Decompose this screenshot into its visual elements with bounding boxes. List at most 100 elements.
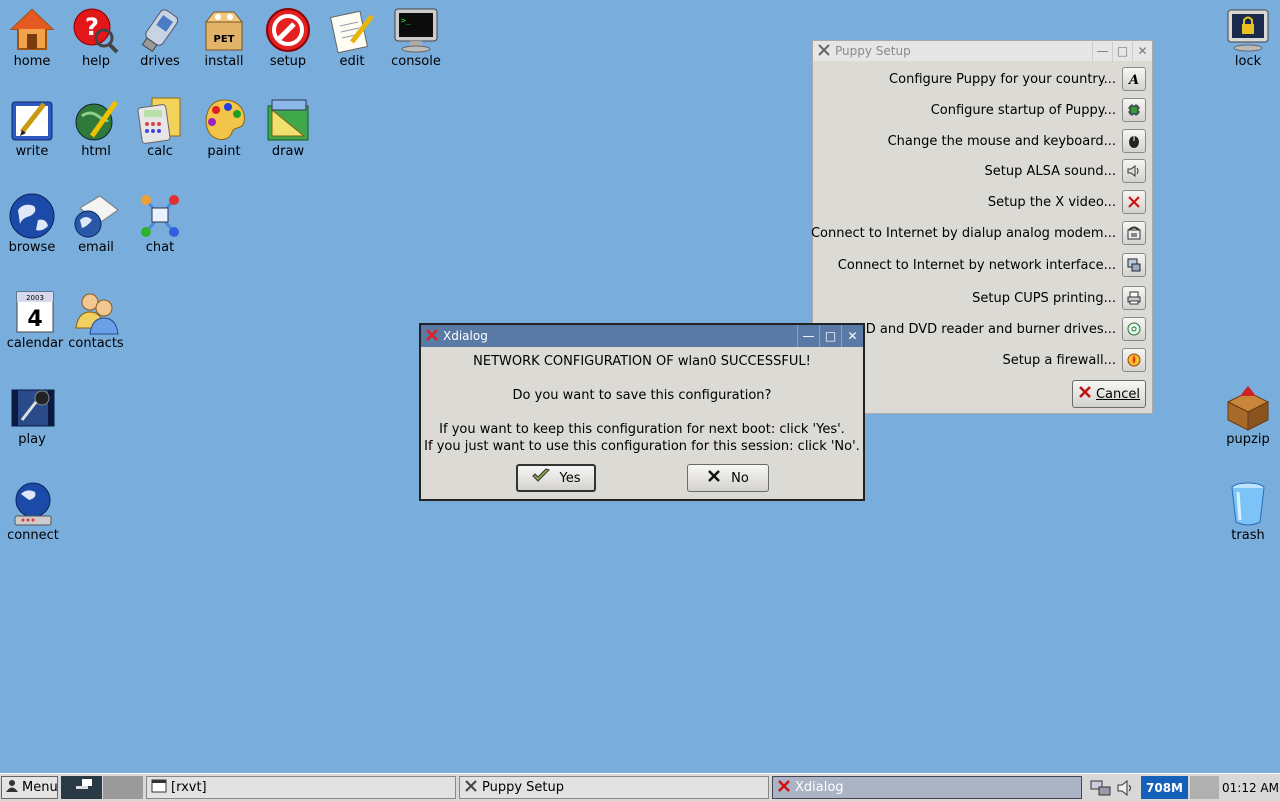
minimize-button[interactable]: — — [797, 325, 819, 347]
task-rxvt[interactable]: [rxvt] — [146, 776, 456, 799]
setup-item-network[interactable]: Connect to Internet by network interface… — [838, 252, 1146, 278]
task-label: [rxvt] — [171, 780, 207, 795]
desktop-icon-console[interactable]: >_ console — [384, 6, 448, 70]
setup-item-cups[interactable]: Setup CUPS printing... — [972, 285, 1146, 311]
speaker-icon[interactable] — [1122, 159, 1146, 183]
task-xdialog[interactable]: Xdialog — [772, 776, 1082, 799]
calendar-icon: 2003 4 — [11, 288, 59, 336]
draw-triangle-icon — [264, 96, 312, 144]
tray-spacer — [1190, 776, 1219, 799]
cancel-label: Cancel — [1095, 386, 1141, 402]
maximize-button[interactable]: □ — [1112, 41, 1132, 61]
svg-text:A: A — [1127, 73, 1139, 87]
setup-item-cd-dvd[interactable]: CD and DVD reader and burner drives... — [857, 316, 1146, 342]
printer-icon[interactable] — [1122, 286, 1146, 310]
x-icon — [707, 469, 721, 487]
setup-item-alsa-sound[interactable]: Setup ALSA sound... — [985, 158, 1146, 184]
minimize-button[interactable]: — — [1092, 41, 1112, 61]
phone-icon[interactable] — [1122, 221, 1146, 245]
menu-label: Menu — [22, 780, 58, 795]
x-video-icon[interactable] — [1122, 190, 1146, 214]
check-icon — [531, 468, 550, 488]
no-label: No — [731, 470, 749, 486]
setup-item-label: Connect to Internet by network interface… — [837, 257, 1116, 273]
desktop-icon-connect[interactable]: connect — [1, 480, 65, 544]
archive-box-icon — [1224, 384, 1272, 432]
desktop-icon-pupzip[interactable]: pupzip — [1216, 384, 1280, 448]
desktop-icon-draw[interactable]: draw — [256, 96, 320, 160]
x-app-icon — [425, 328, 439, 345]
network-tray-icon[interactable] — [1088, 776, 1114, 799]
letter-a-icon[interactable]: A — [1122, 67, 1146, 91]
globe-pencil-icon — [72, 96, 120, 144]
dialog-message-heading: NETWORK CONFIGURATION OF wlan0 SUCCESSFU… — [473, 354, 811, 369]
menu-icon — [5, 779, 19, 797]
memory-indicator[interactable]: 708M — [1141, 776, 1188, 799]
media-player-icon — [8, 384, 56, 432]
setup-item-dialup[interactable]: Connect to Internet by dialup analog mod… — [811, 220, 1146, 246]
tools-icon — [817, 43, 831, 60]
chip-icon[interactable] — [1122, 98, 1146, 122]
usb-drive-icon — [136, 6, 184, 54]
dialog-message-question: Do you want to save this configuration? — [512, 388, 772, 403]
trash-can-icon — [1224, 480, 1272, 528]
help-icon: ? — [72, 6, 120, 54]
setup-item-label: Configure startup of Puppy... — [930, 102, 1116, 118]
setup-item-label: Setup the X video... — [987, 194, 1116, 210]
contacts-people-icon — [72, 288, 120, 336]
setup-item-startup[interactable]: Configure startup of Puppy... — [931, 97, 1146, 123]
desktop-icon-lock[interactable]: lock — [1216, 6, 1280, 70]
chat-network-icon — [136, 192, 184, 240]
desktop-icon-label: trash — [1231, 528, 1265, 543]
setup-item-label: Setup ALSA sound... — [984, 163, 1116, 179]
svg-text:>_: >_ — [401, 16, 411, 25]
network-icon[interactable] — [1122, 253, 1146, 277]
task-puppy-setup[interactable]: Puppy Setup — [459, 776, 769, 799]
desktop-icon-trash[interactable]: trash — [1216, 480, 1280, 544]
cancel-button[interactable]: Cancel — [1072, 380, 1146, 408]
palette-icon — [200, 96, 248, 144]
volume-tray-icon[interactable] — [1114, 776, 1138, 799]
desktop-icon-contacts[interactable]: contacts — [64, 288, 128, 352]
close-button[interactable]: ✕ — [1132, 41, 1152, 61]
no-button[interactable]: No — [687, 464, 769, 492]
xdialog-titlebar[interactable]: Xdialog — □ ✕ — [421, 325, 863, 347]
menu-button[interactable]: Menu — [1, 776, 58, 799]
pet-text: PET — [214, 34, 235, 45]
setup-item-label: CD and DVD reader and burner drives... — [856, 321, 1116, 337]
clock[interactable]: 01:12 AM — [1221, 776, 1280, 799]
setup-item-mouse-keyboard[interactable]: Change the mouse and keyboard... — [888, 128, 1146, 154]
firewall-icon[interactable] — [1122, 348, 1146, 372]
desktop-icon-label: console — [391, 54, 441, 69]
desktop-icon-play[interactable]: play — [0, 384, 64, 448]
setup-item-firewall[interactable]: Setup a firewall... — [1002, 347, 1146, 373]
yes-button[interactable]: Yes — [516, 464, 596, 492]
desktop-icon-label: chat — [145, 240, 175, 255]
desktop-icon-label: lock — [1234, 54, 1262, 69]
desktop-pager[interactable] — [61, 776, 102, 799]
pager-empty-desktop[interactable] — [103, 776, 143, 799]
dialog-message-no-hint: If you just want to use this configurati… — [424, 439, 860, 454]
setup-item-country[interactable]: Configure Puppy for your country... A — [889, 66, 1146, 92]
calendar-day: 4 — [27, 307, 42, 332]
desktop-icon-chat[interactable]: chat — [128, 192, 192, 256]
monitor-terminal-icon: >_ — [392, 6, 440, 54]
taskbar: Menu [rxvt] Puppy Setup Xdialog 708M 01:… — [0, 773, 1280, 801]
desktop-icon-label: draw — [271, 144, 305, 159]
window-title: Puppy Setup — [835, 44, 911, 58]
desktop-icon-label: connect — [7, 528, 59, 543]
cd-icon[interactable] — [1122, 317, 1146, 341]
desktop-icon-label: contacts — [68, 336, 124, 351]
pager-windows-icon — [68, 778, 96, 798]
dialog-message-yes-hint: If you want to keep this configuration f… — [439, 422, 845, 437]
x-app-icon — [777, 779, 791, 797]
close-button[interactable]: ✕ — [841, 325, 863, 347]
notepad-pencil-icon — [328, 6, 376, 54]
maximize-button[interactable]: □ — [819, 325, 841, 347]
setup-item-label: Setup CUPS printing... — [972, 290, 1116, 306]
puppy-setup-titlebar[interactable]: Puppy Setup — □ ✕ — [813, 41, 1152, 61]
pen-document-icon — [8, 96, 56, 144]
task-label: Puppy Setup — [482, 780, 565, 795]
setup-item-x-video[interactable]: Setup the X video... — [988, 189, 1146, 215]
mouse-icon[interactable] — [1122, 129, 1146, 153]
